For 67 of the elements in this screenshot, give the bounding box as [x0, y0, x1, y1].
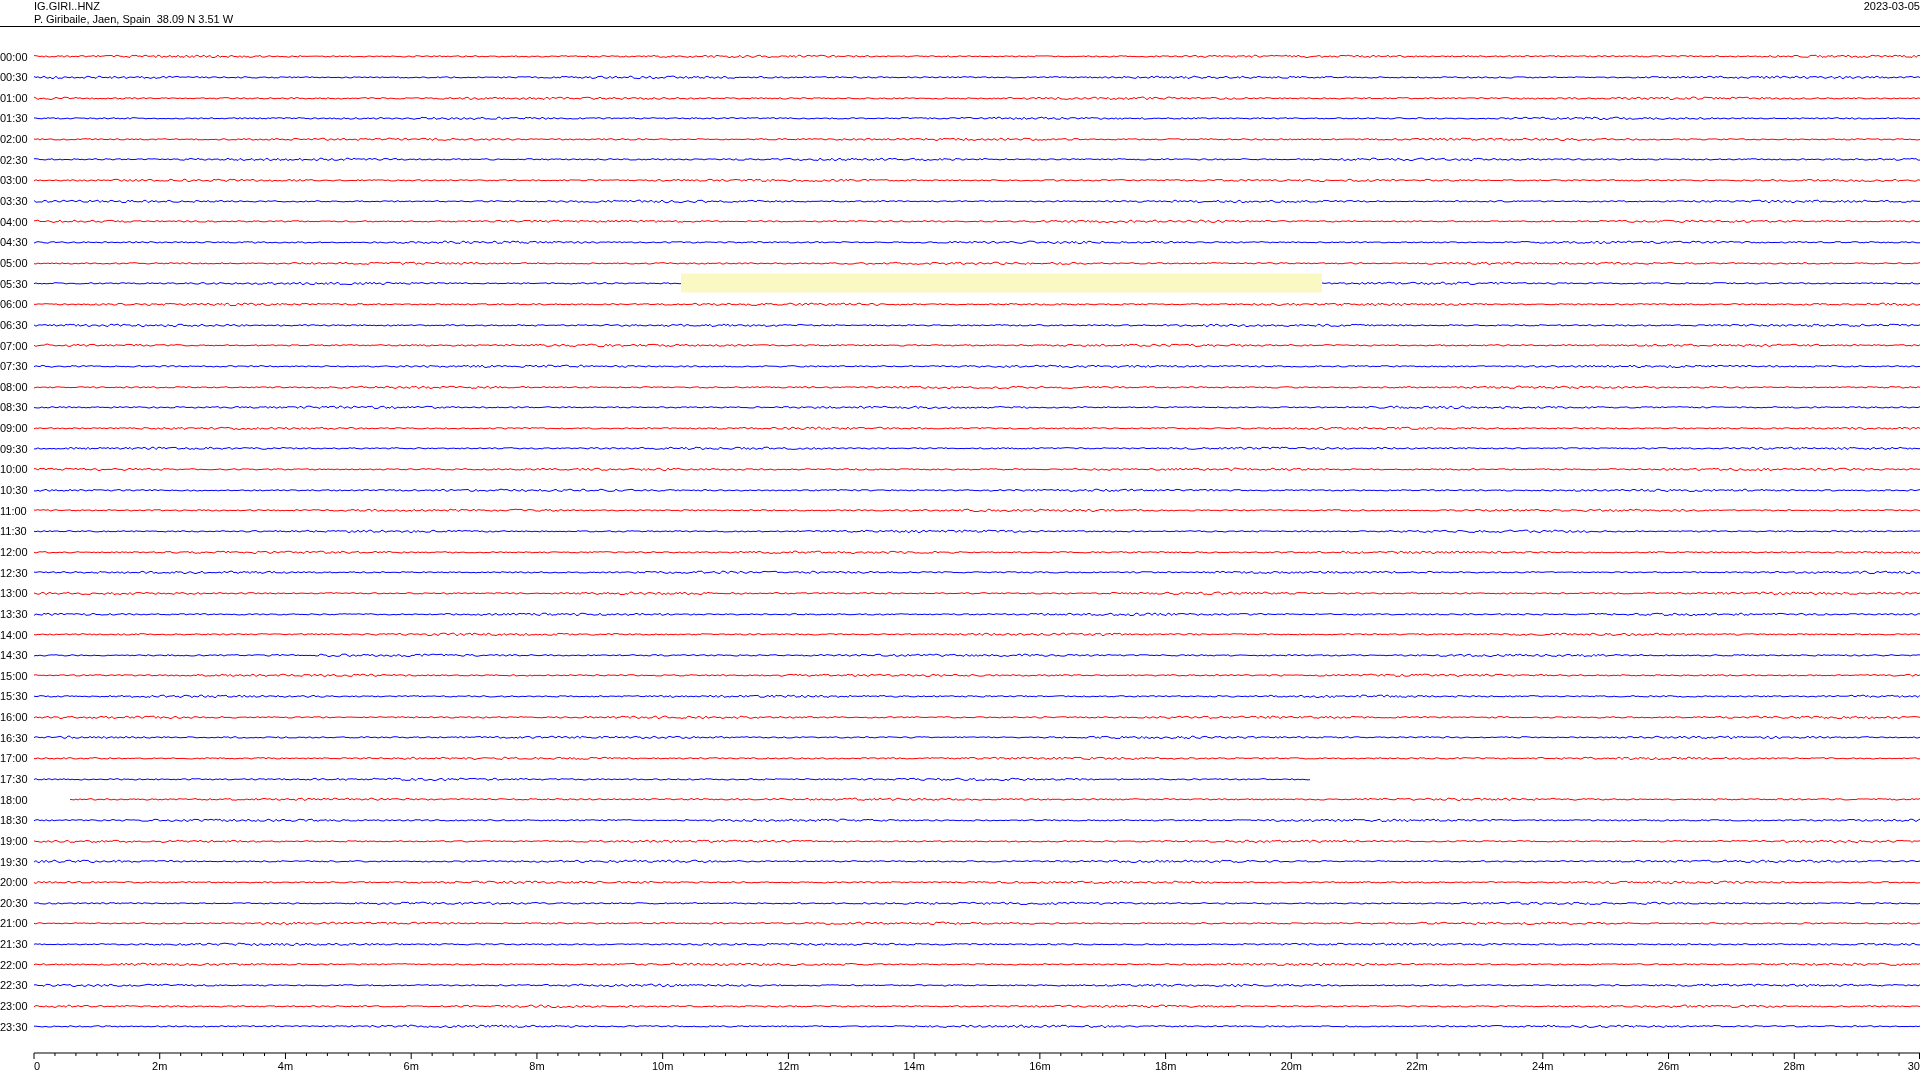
time-label: 00:30 [0, 71, 29, 84]
time-label: 17:30 [0, 773, 29, 785]
time-label: 19:30 [0, 855, 29, 868]
time-label: 01:30 [0, 112, 29, 125]
time-label: 23:30 [0, 1020, 29, 1033]
time-label: 20:30 [0, 896, 29, 909]
date-label: 2023-03-05 [1863, 0, 1920, 14]
time-label: 20:00 [0, 876, 29, 889]
axis-label: 12m [777, 1060, 800, 1072]
time-label: 11:30 [0, 525, 28, 538]
axis-label: 20m [1280, 1060, 1303, 1072]
time-label: 12:00 [0, 545, 29, 558]
axis-label: 16m [1029, 1060, 1051, 1072]
time-label: 08:30 [0, 401, 29, 414]
time-label: 16:30 [0, 731, 29, 744]
time-label: 13:00 [0, 587, 29, 600]
time-label: 23:00 [0, 1000, 29, 1013]
time-label: 02:30 [0, 153, 29, 166]
time-label: 07:30 [0, 360, 29, 373]
station-location: P. Giribaile, Jaen, Spain 38.09 N 3.51 W [34, 13, 234, 26]
time-label: 22:00 [0, 958, 29, 971]
axis-label: 2m [152, 1060, 168, 1072]
axis-label: 0 [34, 1060, 41, 1072]
station-code: IG.GIRI..HNZ [34, 0, 101, 13]
time-label: 04:00 [0, 215, 29, 228]
time-label: 15:30 [0, 690, 29, 703]
time-label: 22:30 [0, 979, 29, 992]
time-label: 01:00 [0, 91, 29, 104]
axis-label: 14m [903, 1060, 925, 1072]
axis-label: 4m [277, 1060, 294, 1072]
time-label: 14:30 [0, 649, 29, 662]
axis-label: 24m [1532, 1060, 1554, 1072]
time-label: 14:00 [0, 628, 29, 641]
axis-label: 8m [529, 1060, 545, 1072]
time-label: 13:30 [0, 607, 29, 620]
time-label: 07:00 [0, 339, 29, 352]
time-label: 06:00 [0, 298, 29, 311]
time-label: 04:30 [0, 236, 29, 249]
axis-label: 18m [1154, 1060, 1177, 1072]
time-label: 09:30 [0, 442, 29, 455]
axis-label: 6m [403, 1060, 419, 1072]
time-label: 21:00 [0, 917, 29, 930]
time-label: 10:30 [0, 484, 29, 496]
time-label: 19:00 [0, 834, 29, 847]
time-label: 09:00 [0, 422, 29, 435]
time-label: 05:00 [0, 256, 29, 269]
time-label: 03:00 [0, 174, 29, 187]
time-label: 10:00 [0, 463, 29, 476]
time-label: 17:00 [0, 752, 29, 765]
time-label: 11:00 [0, 504, 28, 517]
time-label: 02:00 [0, 133, 29, 146]
time-label: 06:30 [0, 318, 29, 331]
axis-label: 30 [1907, 1060, 1920, 1072]
time-label: 00:00 [0, 50, 29, 63]
time-label: 18:00 [0, 793, 29, 806]
time-label: 03:30 [0, 195, 29, 208]
axis-label: 10m [651, 1060, 674, 1072]
time-label: 16:00 [0, 711, 29, 724]
time-label: 12:30 [0, 566, 29, 579]
time-label: 15:00 [0, 669, 29, 682]
time-label: 08:00 [0, 380, 29, 393]
axis-label: 22m [1406, 1060, 1428, 1072]
time-label: 18:30 [0, 814, 29, 827]
time-label: 05:30 [0, 277, 29, 290]
time-label: 21:30 [0, 938, 29, 951]
axis-label: 26m [1657, 1060, 1680, 1072]
axis-label: 28m [1783, 1060, 1805, 1072]
